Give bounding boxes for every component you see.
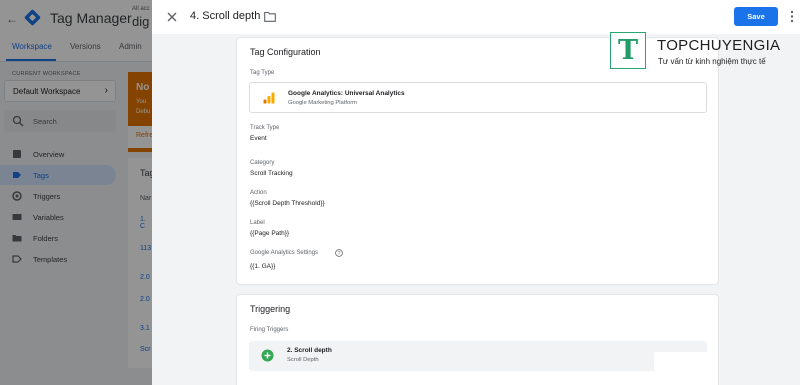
close-icon[interactable] (165, 10, 179, 24)
watermark-brand: TOPCHUYENGIA (657, 37, 781, 54)
svg-text:?: ? (338, 251, 341, 257)
trigger-type: Scroll Depth (287, 357, 319, 363)
ga-settings-label: Google Analytics Settings (250, 250, 319, 256)
watermark-tagline: Tư vấn từ kinh nghiệm thực tế (658, 57, 766, 66)
action-label: Action (250, 190, 267, 196)
category-value: Scroll Tracking (250, 170, 293, 177)
tag-type-subtitle: Google Marketing Platform (288, 100, 357, 106)
triggering-card[interactable]: Triggering Firing Triggers 2. Scroll dep… (236, 294, 719, 385)
tag-type-label: Tag Type (250, 70, 275, 76)
google-analytics-icon (263, 92, 275, 104)
category-label: Category (250, 160, 275, 166)
card-heading: Tag Configuration (250, 47, 321, 57)
track-type-value: Event (250, 135, 267, 142)
tag-name[interactable]: 4. Scroll depth (190, 10, 260, 22)
help-icon[interactable]: ? (335, 249, 343, 257)
folder-icon[interactable] (264, 11, 276, 22)
label-label: Label (250, 220, 265, 226)
trigger-item[interactable]: 2. Scroll depth Scroll Depth (249, 341, 707, 371)
tag-type-name: Google Analytics: Universal Analytics (288, 90, 405, 97)
label-value: {{Page Path}} (250, 230, 290, 237)
more-vert-icon[interactable] (790, 10, 794, 23)
track-type-label: Track Type (250, 125, 280, 131)
tag-configuration-card[interactable]: Tag Configuration Tag Type Google Analyt… (236, 37, 719, 285)
card-heading: Triggering (250, 304, 291, 314)
overlay-patch (654, 352, 716, 376)
firing-triggers-label: Firing Triggers (250, 327, 289, 333)
tag-type-box[interactable]: Google Analytics: Universal Analytics Go… (249, 82, 707, 113)
watermark-letter: T (618, 35, 639, 66)
trigger-add-icon (261, 349, 274, 362)
save-button[interactable]: Save (734, 7, 778, 26)
watermark-logo: T (610, 32, 646, 69)
action-value: {{Scroll Depth Threshold}} (250, 200, 325, 207)
trigger-name: 2. Scroll depth (287, 347, 332, 354)
ga-settings-value: {{1. GA}} (250, 263, 276, 270)
panel-header: 4. Scroll depth Save (152, 0, 800, 34)
